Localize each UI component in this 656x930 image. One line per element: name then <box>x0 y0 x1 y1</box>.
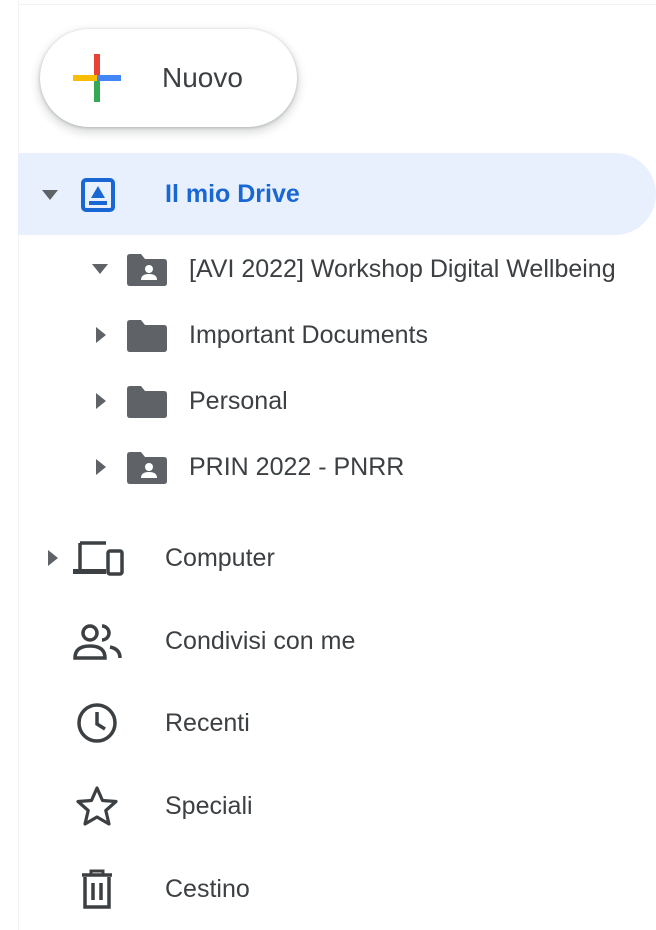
folder-label: Personal <box>189 387 288 415</box>
chevron-right-icon[interactable] <box>95 325 107 345</box>
chevron-down-icon[interactable] <box>90 263 110 275</box>
folder-item[interactable]: [AVI 2022] Workshop Digital Wellbeing <box>18 236 656 302</box>
sidebar-item-label: Recenti <box>165 709 250 737</box>
folder-label: PRIN 2022 - PNRR <box>189 453 405 481</box>
sidebar-item-label: Condivisi con me <box>165 627 356 655</box>
sidebar-item-computer[interactable]: Computer <box>18 516 656 600</box>
sidebar-item-shared-with-me[interactable]: Condivisi con me <box>18 600 656 682</box>
chevron-down-icon[interactable] <box>40 189 60 201</box>
plus-icon <box>73 54 121 102</box>
folder-icon <box>127 320 167 352</box>
sidebar-item-label: Speciali <box>165 792 253 820</box>
sidebar-item-starred[interactable]: Speciali <box>18 765 656 848</box>
star-icon <box>76 786 118 826</box>
chevron-right-icon[interactable] <box>47 548 59 568</box>
clock-icon <box>77 703 117 743</box>
sidebar-item-label: Il mio Drive <box>165 180 300 208</box>
chevron-right-icon[interactable] <box>95 457 107 477</box>
trash-icon <box>82 869 112 909</box>
top-divider <box>18 4 656 5</box>
shared-folder-icon <box>127 452 167 484</box>
sidebar-item-trash[interactable]: Cestino <box>18 848 656 930</box>
sidebar-item-recent[interactable]: Recenti <box>18 682 656 765</box>
new-button-label: Nuovo <box>162 62 243 93</box>
folder-label: Important Documents <box>189 321 428 349</box>
sidebar-item-label: Cestino <box>165 875 250 903</box>
folder-item[interactable]: Important Documents <box>18 302 656 368</box>
sidebar-item-my-drive[interactable]: Il mio Drive <box>18 153 656 235</box>
folder-item[interactable]: Personal <box>18 368 656 434</box>
people-icon <box>73 624 122 660</box>
sidebar-item-label: Computer <box>165 544 275 572</box>
new-button[interactable]: Nuovo <box>40 29 297 127</box>
folder-item[interactable]: PRIN 2022 - PNRR <box>18 434 656 500</box>
shared-folder-icon <box>127 254 167 286</box>
folder-label: [AVI 2022] Workshop Digital Wellbeing <box>189 255 616 283</box>
folder-icon <box>127 386 167 418</box>
drive-icon <box>81 178 115 212</box>
drive-sidebar: Nuovo Il mio Drive [AVI 2022] Workshop D… <box>0 0 656 930</box>
computer-icon <box>73 541 124 576</box>
chevron-right-icon[interactable] <box>95 391 107 411</box>
